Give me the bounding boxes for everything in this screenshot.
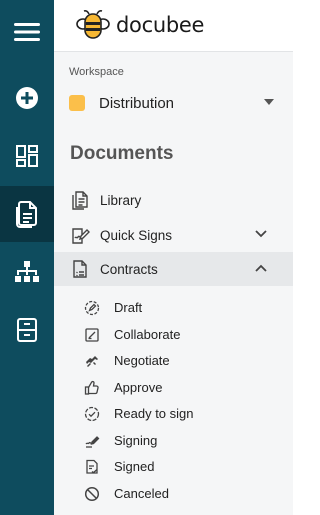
collaborate-icon [85,328,99,342]
status-label: Approve [114,380,163,395]
nav-item-label: Library [100,192,142,208]
status-label: Collaborate [114,327,181,342]
status-label: Negotiate [114,353,170,368]
quick-sign-icon [72,228,90,244]
library-doc-icon [72,191,88,210]
file-cabinet-icon [17,318,37,342]
nav-item-library[interactable]: Library [54,183,293,217]
documents-icon [16,201,37,228]
signing-pen-icon [85,436,100,448]
hamburger-icon [14,23,40,41]
menu-button[interactable] [0,4,54,60]
status-label: Ready to sign [114,406,194,421]
documents-button[interactable] [0,186,54,242]
chevron-down-icon[interactable] [255,230,267,238]
contract-status-ready-to-sign[interactable]: Ready to sign [54,401,293,427]
contracts-doc-icon [73,260,87,278]
draft-icon [84,300,100,316]
status-label: Draft [114,300,143,315]
side-panel: docubee Workspace Distribution Documents… [54,0,293,515]
contract-status-approve[interactable]: Approve [54,375,293,401]
contract-status-collaborate[interactable]: Collaborate [54,322,293,348]
contract-status-signed[interactable]: Signed [54,454,293,480]
create-button[interactable] [0,70,54,126]
docubee-logo[interactable]: docubee [76,9,204,41]
workspace-label: Workspace [69,66,124,78]
nav-item-contracts[interactable]: Contracts [54,252,293,286]
contract-status-negotiate[interactable]: Negotiate [54,348,293,374]
workflows-button[interactable] [0,244,54,300]
canceled-icon [84,486,100,502]
workspace-name: Distribution [99,94,175,112]
status-label: Signed [114,459,155,474]
documents-heading: Documents [70,143,174,164]
icon-rail [0,0,54,515]
dashboard-grid-icon [16,145,38,167]
nav-item-label: Quick Signs [100,227,173,243]
thumbs-up-icon [84,381,99,395]
archive-button[interactable] [0,302,54,358]
workspace-color-swatch [69,95,85,111]
status-label: Signing [114,433,158,448]
negotiate-icon [86,356,98,367]
status-label: Canceled [114,486,169,501]
contract-status-signing[interactable]: Signing [54,428,293,454]
logo-text: docubee [116,13,205,37]
org-chart-icon [15,261,39,282]
chevron-up-icon[interactable] [255,264,267,272]
signed-doc-icon [86,459,98,474]
contract-status-canceled[interactable]: Canceled [54,481,293,507]
caret-down-icon [264,99,274,105]
check-circle-icon [84,406,100,422]
nav-item-quick-signs[interactable]: Quick Signs [54,218,293,252]
dashboard-button[interactable] [0,128,54,184]
contract-status-draft[interactable]: Draft [54,295,293,321]
plus-circle-icon [16,87,38,109]
nav-item-label: Contracts [100,261,158,277]
workspace-select[interactable]: Distribution [69,90,274,116]
bee-icon [76,10,110,39]
app-header: docubee [54,0,293,52]
